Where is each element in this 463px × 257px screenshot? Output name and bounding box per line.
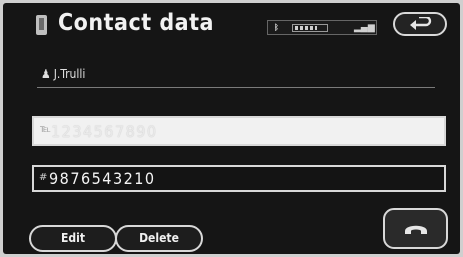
- fax-icon: #: [39, 172, 48, 183]
- fax-number-field[interactable]: # 9876543210: [32, 165, 446, 192]
- back-button[interactable]: [393, 12, 447, 36]
- person-icon: ♟: [41, 67, 51, 81]
- delete-button[interactable]: Delete: [115, 225, 203, 252]
- phone-number-field[interactable]: ℡ 1234567890: [32, 116, 446, 146]
- page-title: Contact data: [58, 10, 214, 36]
- return-arrow-icon: [410, 17, 432, 30]
- phonebook-icon: [36, 15, 47, 35]
- contact-name-row: ♟ J.Trulli: [41, 67, 85, 81]
- status-bar: ᛒ ▂▄▆: [267, 20, 377, 35]
- call-button[interactable]: [383, 208, 448, 249]
- contact-name: J.Trulli: [53, 67, 86, 81]
- phone-number: 1234567890: [51, 122, 158, 141]
- signal-strength-icon: ▂▄▆: [354, 23, 375, 33]
- divider: [37, 87, 435, 88]
- screen: Contact data ᛒ ▂▄▆ ♟ J.Trulli ℡ 123456789…: [3, 3, 460, 254]
- phone-icon: ℡: [40, 124, 51, 135]
- fax-number: 9876543210: [49, 169, 156, 188]
- handset-icon: [405, 225, 427, 234]
- edit-button[interactable]: Edit: [29, 225, 117, 252]
- battery-icon: [292, 24, 328, 32]
- bluetooth-icon: ᛒ: [274, 23, 279, 32]
